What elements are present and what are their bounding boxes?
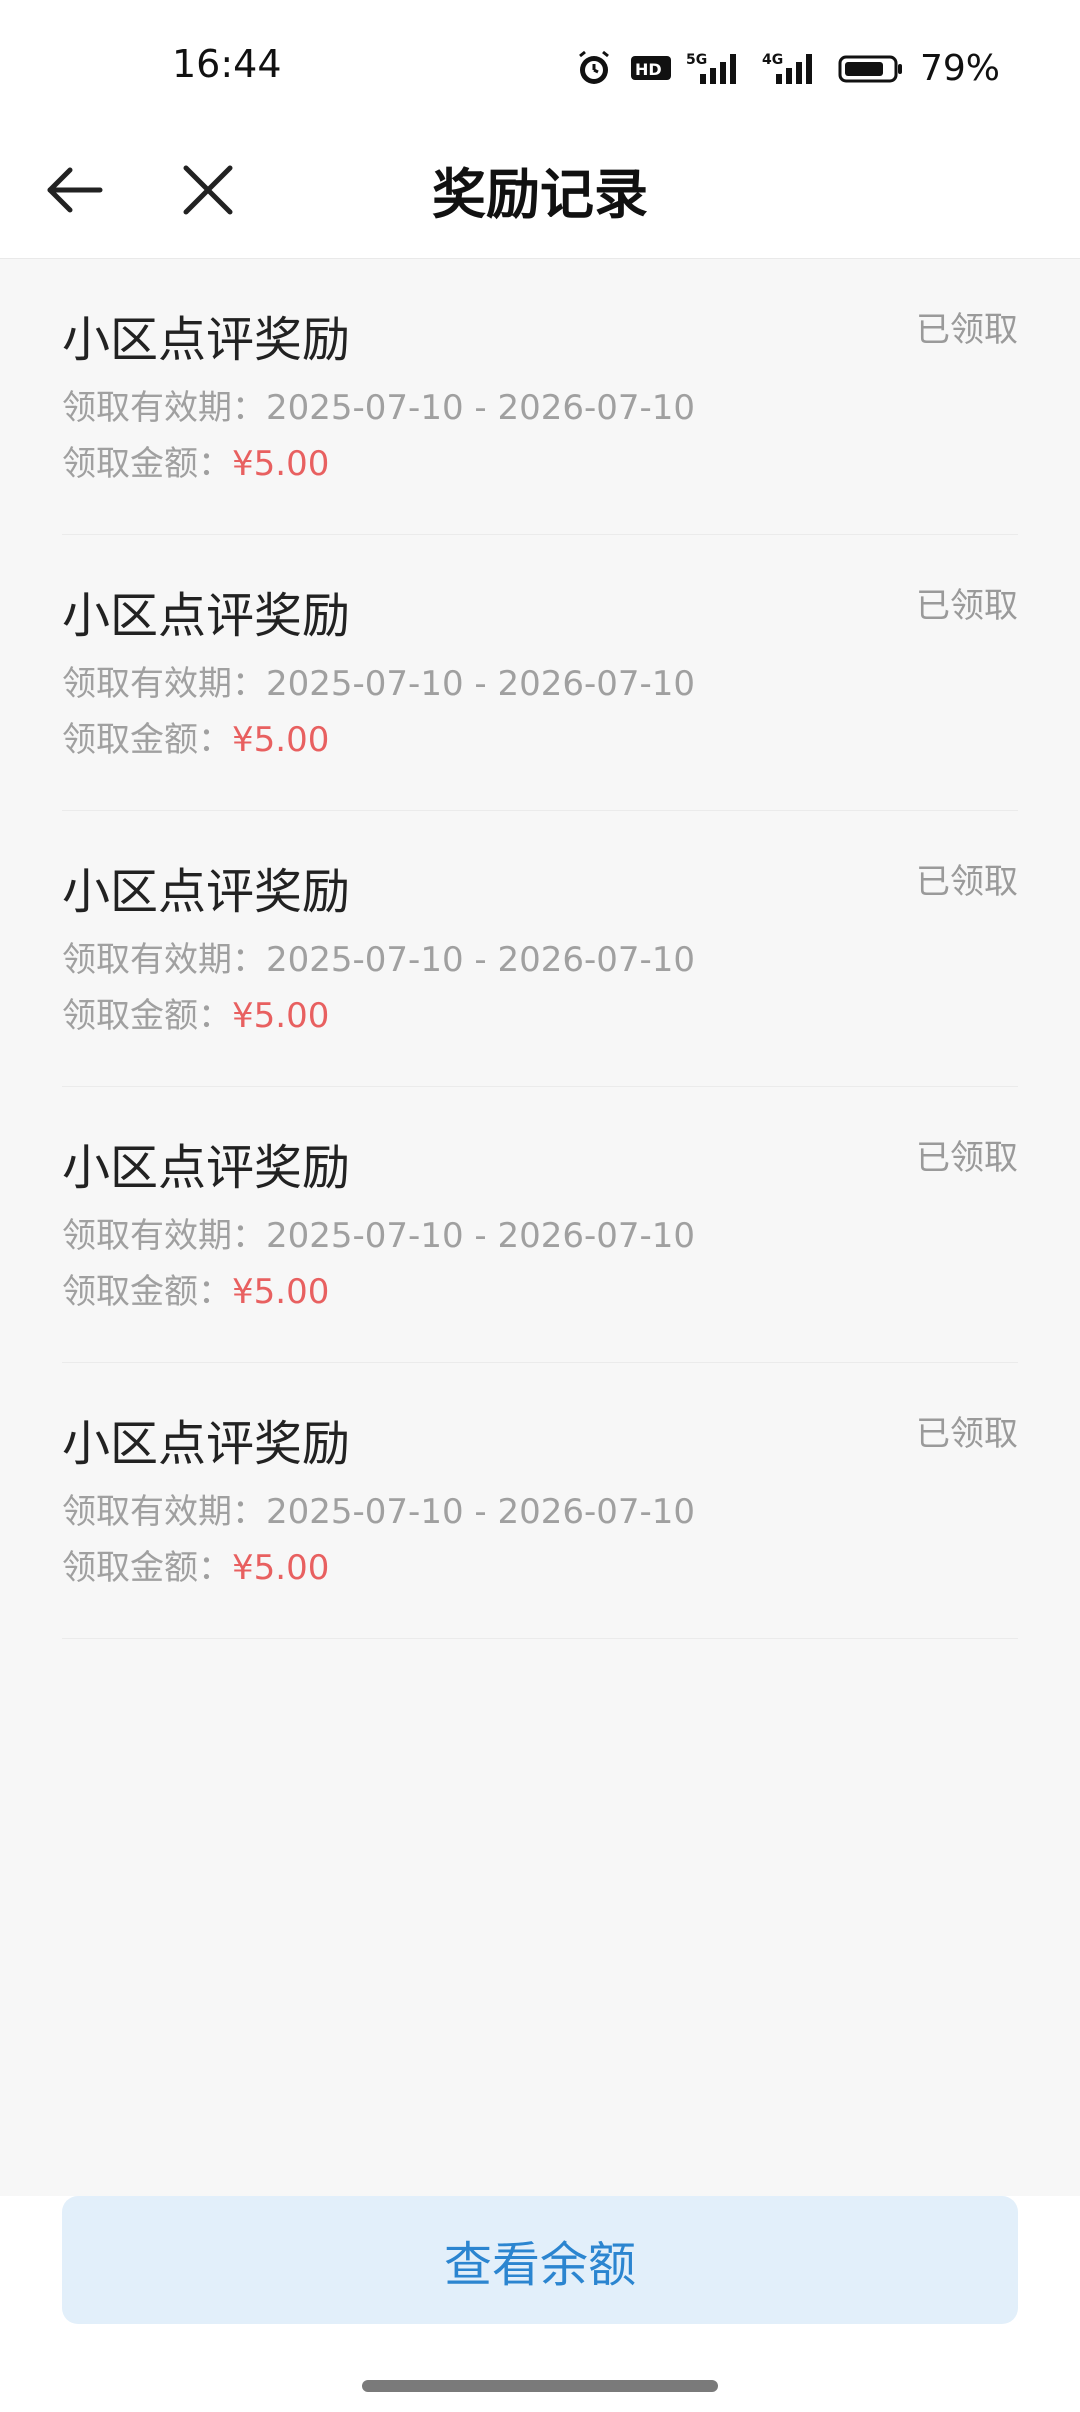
status-icons: HD 5G 4G 79% (574, 40, 1000, 96)
amount-value: ¥5.00 (232, 996, 330, 1036)
amount-value: ¥5.00 (232, 1548, 330, 1588)
view-balance-button[interactable]: 查看余额 (62, 2196, 1018, 2324)
svg-text:HD: HD (635, 60, 662, 79)
record-amount: 领取金额：¥5.00 (62, 988, 329, 1037)
record-status: 已领取 (916, 310, 1018, 350)
page-title: 奖励记录 (432, 162, 648, 226)
svg-text:4G: 4G (762, 52, 783, 68)
validity-value: 2025-07-10 - 2026-07-10 (266, 1216, 696, 1256)
amount-label: 领取金额： (62, 1272, 232, 1312)
signal-5g-icon: 5G (686, 48, 746, 88)
record-amount: 领取金额：¥5.00 (62, 1540, 329, 1589)
record-amount: 领取金额：¥5.00 (62, 436, 329, 485)
amount-label: 领取金额： (62, 1548, 232, 1588)
alarm-icon (574, 48, 614, 88)
record-title: 小区点评奖励 (62, 864, 351, 920)
validity-value: 2025-07-10 - 2026-07-10 (266, 940, 696, 980)
battery-icon (838, 48, 904, 88)
record-title: 小区点评奖励 (62, 1140, 351, 1196)
back-button[interactable] (34, 150, 114, 230)
signal-4g-icon: 4G (762, 48, 822, 88)
svg-text:5G: 5G (686, 52, 707, 68)
validity-value: 2025-07-10 - 2026-07-10 (266, 664, 696, 704)
record-validity: 领取有效期：2025-07-10 - 2026-07-10 (62, 656, 695, 705)
arrow-left-icon (47, 167, 103, 213)
amount-label: 领取金额： (62, 444, 232, 484)
record-status: 已领取 (916, 586, 1018, 626)
validity-label: 领取有效期： (62, 940, 266, 980)
hd-icon: HD (630, 48, 671, 88)
list-item[interactable]: 小区点评奖励 已领取 领取有效期：2025-07-10 - 2026-07-10… (62, 258, 1018, 535)
battery-percent: 79% (919, 47, 1000, 89)
record-amount: 领取金额：¥5.00 (62, 712, 329, 761)
record-status: 已领取 (916, 1414, 1018, 1454)
validity-label: 领取有效期： (62, 1492, 266, 1532)
list-item[interactable]: 小区点评奖励 已领取 领取有效期：2025-07-10 - 2026-07-10… (62, 810, 1018, 1087)
record-title: 小区点评奖励 (62, 588, 351, 644)
status-time: 16:44 (172, 42, 282, 86)
validity-value: 2025-07-10 - 2026-07-10 (266, 1492, 696, 1532)
close-icon (183, 165, 233, 215)
record-validity: 领取有效期：2025-07-10 - 2026-07-10 (62, 380, 695, 429)
status-bar: 16:44 HD 5G 4G 79% (0, 0, 1080, 120)
record-title: 小区点评奖励 (62, 312, 351, 368)
record-amount: 领取金额：¥5.00 (62, 1264, 329, 1313)
record-validity: 领取有效期：2025-07-10 - 2026-07-10 (62, 932, 695, 981)
app-bar: 奖励记录 (0, 120, 1080, 259)
record-title: 小区点评奖励 (62, 1416, 351, 1472)
amount-label: 领取金额： (62, 996, 232, 1036)
validity-label: 领取有效期： (62, 664, 266, 704)
validity-label: 领取有效期： (62, 1216, 266, 1256)
close-button[interactable] (168, 150, 248, 230)
list-item[interactable]: 小区点评奖励 已领取 领取有效期：2025-07-10 - 2026-07-10… (62, 1086, 1018, 1363)
amount-value: ¥5.00 (232, 1272, 330, 1312)
amount-value: ¥5.00 (232, 444, 330, 484)
record-validity: 领取有效期：2025-07-10 - 2026-07-10 (62, 1208, 695, 1257)
record-status: 已领取 (916, 862, 1018, 902)
list-item[interactable]: 小区点评奖励 已领取 领取有效期：2025-07-10 - 2026-07-10… (62, 1362, 1018, 1639)
list-item[interactable]: 小区点评奖励 已领取 领取有效期：2025-07-10 - 2026-07-10… (62, 534, 1018, 811)
record-validity: 领取有效期：2025-07-10 - 2026-07-10 (62, 1484, 695, 1533)
record-status: 已领取 (916, 1138, 1018, 1178)
validity-value: 2025-07-10 - 2026-07-10 (266, 388, 696, 428)
amount-value: ¥5.00 (232, 720, 330, 760)
amount-label: 领取金额： (62, 720, 232, 760)
home-indicator[interactable] (362, 2380, 718, 2392)
validity-label: 领取有效期： (62, 388, 266, 428)
